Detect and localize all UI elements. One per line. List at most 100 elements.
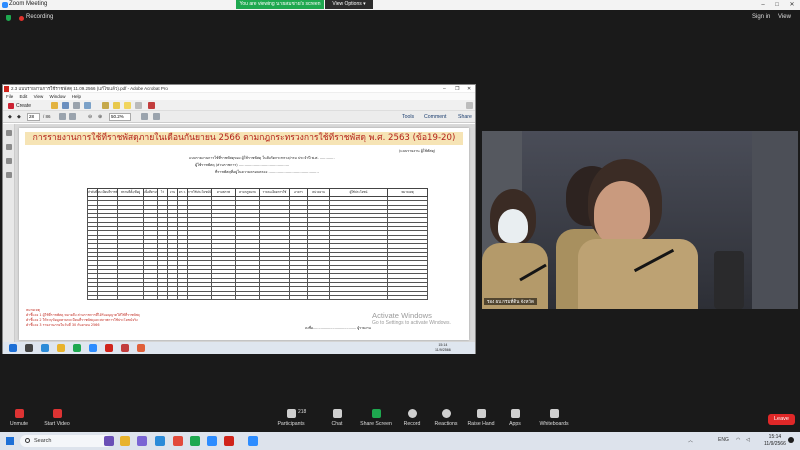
shared-app-icon[interactable] <box>137 344 145 352</box>
leave-button[interactable]: Leave <box>768 414 795 425</box>
screen: Zoom Meeting – □ ✕ You are viewing นายสม… <box>0 0 800 450</box>
table-cell <box>87 294 98 301</box>
select-tool-icon[interactable] <box>59 113 66 120</box>
maximize-icon[interactable]: □ <box>770 0 784 10</box>
sign-in-link[interactable]: Sign in <box>752 14 770 20</box>
page-number-input[interactable]: 28 <box>27 113 40 121</box>
zoom-title-bar: Zoom Meeting – □ ✕ <box>0 0 800 10</box>
share-screen-button[interactable]: Share Screen <box>358 409 394 427</box>
expand-icon[interactable] <box>466 102 473 109</box>
email-icon[interactable] <box>84 102 91 109</box>
zoom-in-icon[interactable]: ⊕ <box>98 113 102 121</box>
shared-edge-icon[interactable] <box>41 344 49 352</box>
table-header: ผู้ใช้ประโยชน์ <box>329 188 388 197</box>
shared-explorer-icon[interactable] <box>57 344 65 352</box>
next-page-icon[interactable]: ◆ <box>17 113 21 121</box>
taskbar-clock[interactable]: 15:14 11/9/2566 <box>764 434 786 448</box>
table-cell <box>157 294 168 301</box>
chevron-up-icon[interactable]: ︿ <box>688 437 693 444</box>
line-icon[interactable] <box>190 436 200 446</box>
wifi-icon[interactable]: ◠ <box>736 437 740 443</box>
chat-button[interactable]: Chat <box>326 409 348 427</box>
zoom-level-input[interactable]: 50.2% <box>109 113 131 121</box>
record-button[interactable]: Record <box>400 409 424 427</box>
tab-share[interactable]: Share <box>458 113 472 121</box>
shared-powerpoint-icon[interactable] <box>121 344 129 352</box>
share-screen-icon <box>371 409 381 418</box>
acrobat-restore-icon[interactable]: ❐ <box>455 85 459 93</box>
acrobat-icon[interactable] <box>224 436 234 446</box>
edge-icon[interactable] <box>155 436 165 446</box>
note-item: คำชี้แจง 3 รายงานภายในวันที่ 30 กันยายน … <box>26 323 100 327</box>
menu-window[interactable]: Window <box>50 94 66 99</box>
menu-view[interactable]: View <box>34 94 44 99</box>
comment-icon[interactable] <box>113 102 120 109</box>
shared-start-icon[interactable] <box>9 344 17 352</box>
shared-zoom-icon[interactable] <box>89 344 97 352</box>
print-icon[interactable] <box>73 102 80 109</box>
stamp-icon[interactable] <box>135 102 142 109</box>
menu-help[interactable]: Help <box>72 94 81 99</box>
apps-button[interactable]: Apps <box>504 409 526 427</box>
volume-icon[interactable]: ◁ <box>746 437 750 443</box>
attachments-panel-icon[interactable] <box>6 158 12 164</box>
sign-icon[interactable] <box>148 102 155 109</box>
open-folder-icon[interactable] <box>51 102 58 109</box>
minimize-icon[interactable]: – <box>756 0 770 10</box>
shared-search-icon[interactable] <box>25 344 33 352</box>
table-cell <box>387 294 428 301</box>
document-line-2: ผู้ใช้ราชพัสดุ (ส่วนราชการ) ............… <box>195 163 290 167</box>
windows-start-icon[interactable] <box>6 437 14 445</box>
tab-comment[interactable]: Comment <box>424 113 447 121</box>
view-button[interactable]: View <box>778 14 791 20</box>
acrobat-close-icon[interactable]: ✕ <box>467 85 471 93</box>
reactions-button[interactable]: Reactions <box>432 409 460 427</box>
recording-label[interactable]: Recording <box>26 14 53 20</box>
fit-page-icon[interactable] <box>141 113 148 120</box>
raise-hand-button[interactable]: Raise Hand <box>466 409 496 427</box>
acrobat-minimize-icon[interactable]: – <box>443 85 446 93</box>
reactions-icon <box>441 409 451 418</box>
menu-file[interactable]: File <box>6 94 13 99</box>
close-icon[interactable]: ✕ <box>785 0 799 10</box>
chrome-icon[interactable] <box>173 436 183 446</box>
apps-label: Apps <box>509 421 521 427</box>
shared-acrobat-icon[interactable] <box>105 344 113 352</box>
shared-line-icon[interactable] <box>73 344 81 352</box>
settings-icon[interactable] <box>102 102 109 109</box>
notification-icon[interactable] <box>788 437 794 443</box>
table-cell <box>289 294 308 301</box>
zoom-meeting-icon[interactable] <box>248 436 258 446</box>
previous-page-icon[interactable]: ◆ <box>8 113 12 121</box>
shield-icon[interactable] <box>6 15 11 21</box>
document-title: การรายงานการใช้ที่ราชพัสดุภายในเดือนกันย… <box>25 132 463 145</box>
chat-app-icon[interactable] <box>137 436 147 446</box>
raise-hand-label: Raise Hand <box>467 421 495 427</box>
read-mode-icon[interactable] <box>153 113 160 120</box>
taskbar-search-box[interactable]: Search <box>20 435 112 447</box>
unmute-button[interactable]: Unmute <box>4 409 34 427</box>
save-icon[interactable] <box>62 102 69 109</box>
tab-tools[interactable]: Tools <box>402 113 414 121</box>
participants-button[interactable]: 218 Participants <box>272 409 310 427</box>
whiteboards-button[interactable]: Whiteboards <box>534 409 574 427</box>
teams-icon[interactable] <box>104 436 114 446</box>
hand-tool-icon[interactable] <box>69 113 76 120</box>
zoom-out-icon[interactable]: ⊖ <box>88 113 92 121</box>
language-indicator[interactable]: ENG <box>718 437 729 443</box>
table-row <box>87 294 428 301</box>
bookmarks-panel-icon[interactable] <box>6 144 12 150</box>
start-video-button[interactable]: Start Video <box>40 409 74 427</box>
taskbar-time: 15:14 <box>768 434 782 440</box>
zoom-icon[interactable] <box>207 436 217 446</box>
create-button[interactable]: Create <box>8 102 31 110</box>
highlight-icon[interactable] <box>124 102 131 109</box>
signatures-panel-icon[interactable] <box>6 172 12 178</box>
pages-panel-icon[interactable] <box>6 130 12 136</box>
view-options-button[interactable]: View Options ▾ <box>325 0 373 9</box>
menu-edit[interactable]: Edit <box>20 94 28 99</box>
pdf-page[interactable]: การรายงานการใช้ที่ราชพัสดุภายในเดือนกันย… <box>19 128 469 340</box>
participant-video[interactable] <box>482 131 798 309</box>
person-3-uniform <box>578 239 698 309</box>
file-explorer-icon[interactable] <box>120 436 130 446</box>
